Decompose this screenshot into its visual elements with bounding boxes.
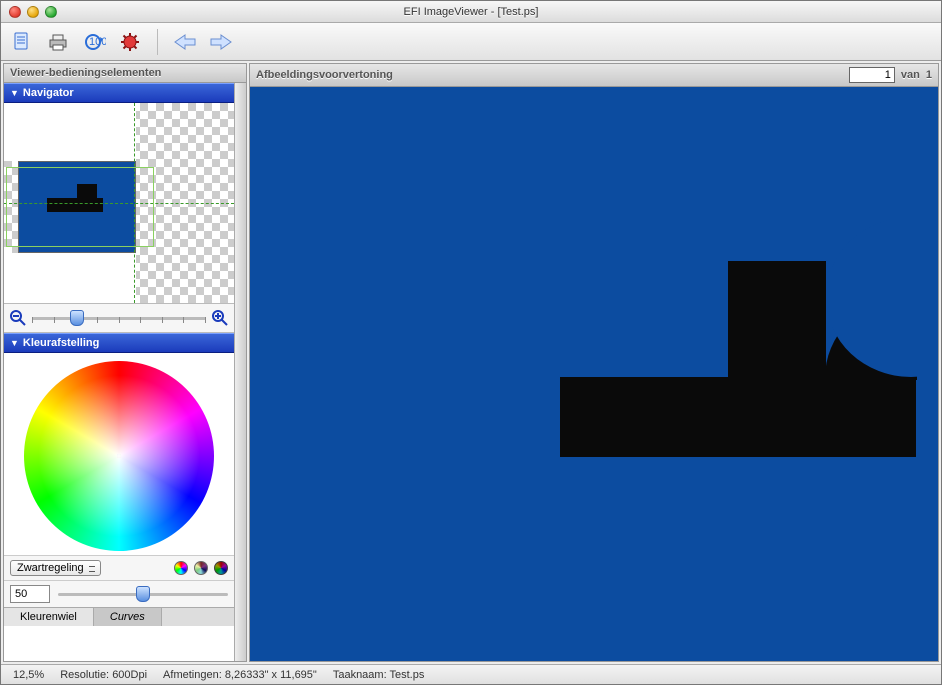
brightness-input[interactable] [10,585,50,603]
rotate-button[interactable]: 100° [81,29,107,55]
main-toolbar: 100° [1,23,941,61]
preview-title: Afbeeldingsvoorvertoning [256,69,393,81]
window-titlebar: EFI ImageViewer - [Test.ps] [1,1,941,23]
zoom-in-button[interactable] [210,308,230,328]
color-marker[interactable] [117,454,121,458]
print-button[interactable] [45,29,71,55]
svg-text:100°: 100° [89,36,106,48]
toolbar-separator [157,29,158,55]
settings-button[interactable] [117,29,143,55]
panel-scrollbar[interactable] [234,83,246,661]
status-jobname: Taaknaam: Test.ps [333,669,425,681]
previous-button[interactable] [172,29,198,55]
next-button[interactable] [208,29,234,55]
preset-color-2[interactable] [194,561,208,575]
color-adjustment-header[interactable]: ▼ Kleurafstelling [4,333,234,353]
navigator-thumbnail[interactable] [4,103,234,303]
color-mode-row: Zwartregeling [4,555,234,580]
new-document-button[interactable] [9,29,35,55]
color-wheel-area[interactable] [4,353,234,555]
preview-canvas[interactable] [250,87,938,661]
preview-header: Afbeeldingsvoorvertoning van 1 [250,64,938,87]
collapse-icon: ▼ [10,338,19,348]
page-of-label: van [901,69,920,81]
color-adjustment-label: Kleurafstelling [23,337,99,349]
color-wheel[interactable] [24,361,214,551]
zoom-slider[interactable] [32,309,206,327]
brightness-row [4,580,234,607]
tab-colorwheel[interactable]: Kleurenwiel [4,608,94,626]
status-bar: 12,5% Resolutie: 600Dpi Afmetingen: 8,26… [1,664,941,684]
page-number-input[interactable] [849,67,895,83]
status-zoom: 12,5% [13,669,44,681]
collapse-icon: ▼ [10,88,19,98]
zoom-out-button[interactable] [8,308,28,328]
viewer-controls-title: Viewer-bedieningselementen [4,64,246,83]
page-total: 1 [926,69,932,81]
preview-panel: Afbeeldingsvoorvertoning van 1 [249,63,939,662]
page-controls: van 1 [849,67,932,83]
status-resolution: Resolutie: 600Dpi [60,669,147,681]
color-mode-combo[interactable]: Zwartregeling [10,560,101,576]
zoom-controls [4,303,234,333]
navigator-header[interactable]: ▼ Navigator [4,83,234,103]
status-dimensions: Afmetingen: 8,26333" x 11,695" [163,669,317,681]
window-title: EFI ImageViewer - [Test.ps] [1,6,941,18]
preset-color-3[interactable] [214,561,228,575]
tab-curves[interactable]: Curves [94,608,162,626]
brightness-slider[interactable] [58,585,228,603]
viewer-controls-panel: Viewer-bedieningselementen ▼ Navigator [3,63,247,662]
color-tabs: Kleurenwiel Curves [4,607,234,626]
preset-color-1[interactable] [174,561,188,575]
navigator-label: Navigator [23,87,74,99]
